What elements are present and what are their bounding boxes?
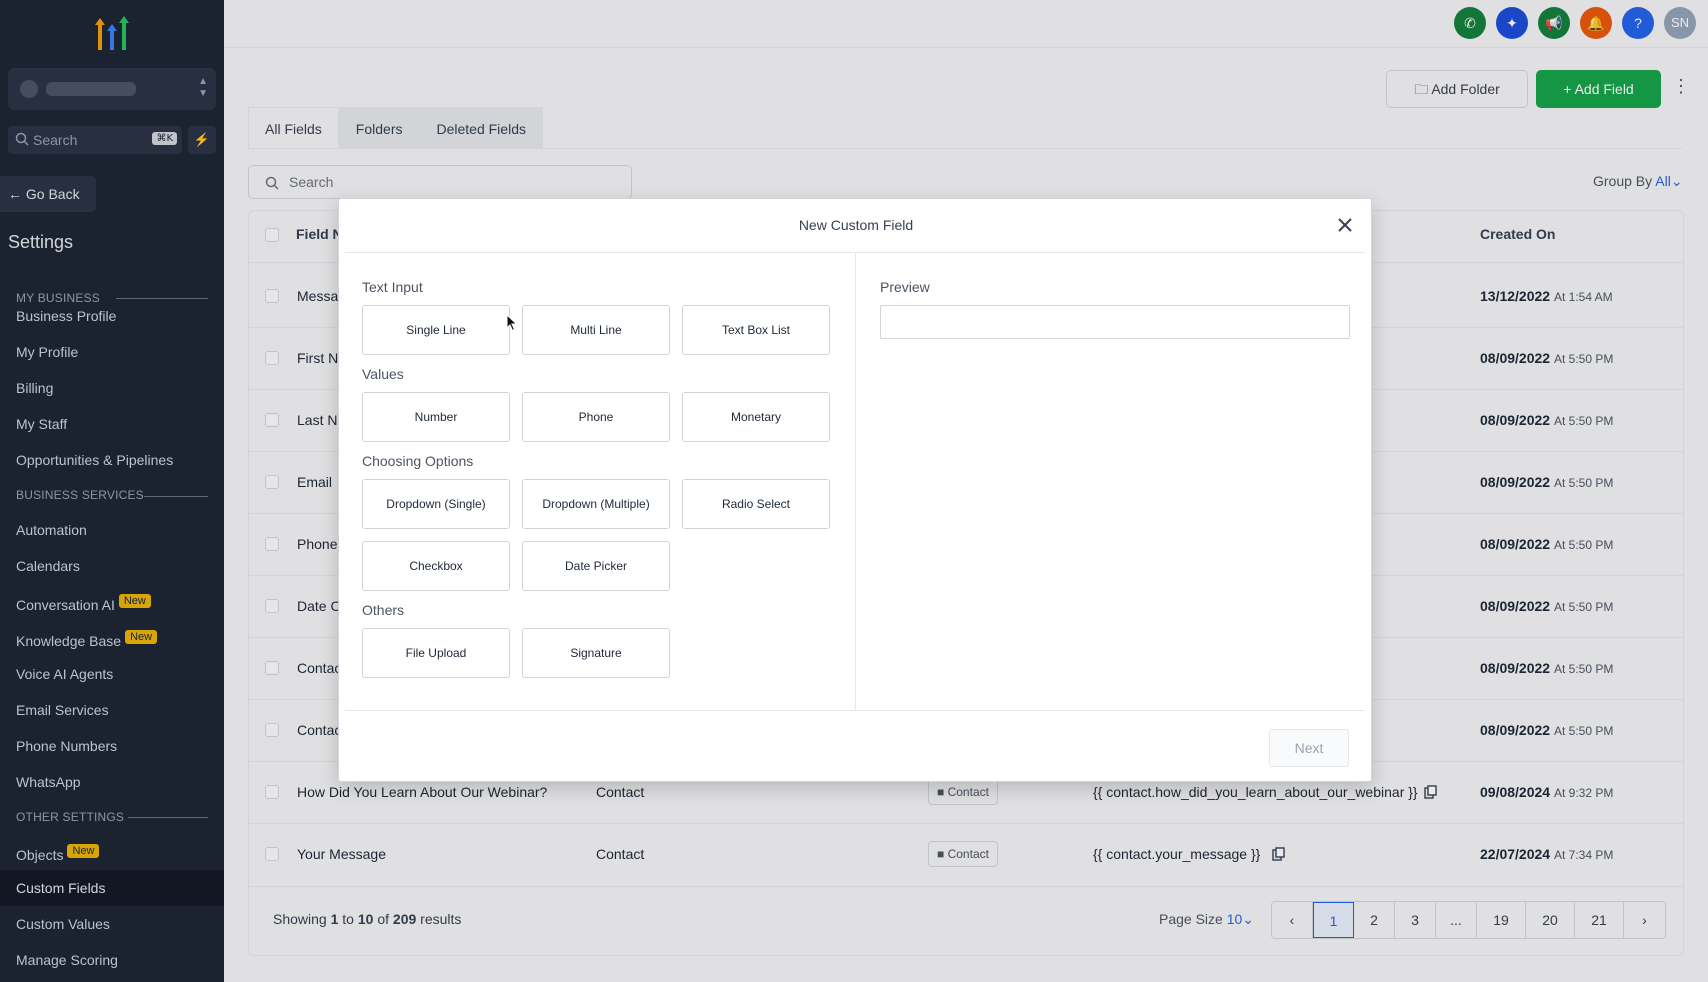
close-icon[interactable] [1335, 215, 1355, 235]
option-radio-select[interactable]: Radio Select [682, 479, 830, 529]
option-single-line[interactable]: Single Line [362, 305, 510, 355]
group-others: Others [362, 602, 405, 618]
modal-title: New Custom Field [798, 217, 914, 233]
option-dropdown-single[interactable]: Dropdown (Single) [362, 479, 510, 529]
option-file-upload[interactable]: File Upload [362, 628, 510, 678]
divider [345, 710, 1365, 711]
option-number[interactable]: Number [362, 392, 510, 442]
option-dropdown-multiple[interactable]: Dropdown (Multiple) [522, 479, 670, 529]
preview-input[interactable] [880, 305, 1350, 339]
group-choosing-options: Choosing Options [362, 453, 474, 469]
group-values: Values [362, 366, 404, 382]
option-date-picker[interactable]: Date Picker [522, 541, 670, 591]
option-signature[interactable]: Signature [522, 628, 670, 678]
option-text-box-list[interactable]: Text Box List [682, 305, 830, 355]
mouse-cursor-icon [506, 314, 518, 332]
new-custom-field-modal: New Custom Field Text Input Single Line … [338, 198, 1372, 782]
option-phone[interactable]: Phone [522, 392, 670, 442]
preview-label: Preview [880, 279, 930, 295]
group-text-input: Text Input [362, 279, 423, 295]
option-monetary[interactable]: Monetary [682, 392, 830, 442]
option-multi-line[interactable]: Multi Line [522, 305, 670, 355]
divider [855, 252, 856, 710]
option-checkbox[interactable]: Checkbox [362, 541, 510, 591]
next-button[interactable]: Next [1269, 729, 1349, 767]
